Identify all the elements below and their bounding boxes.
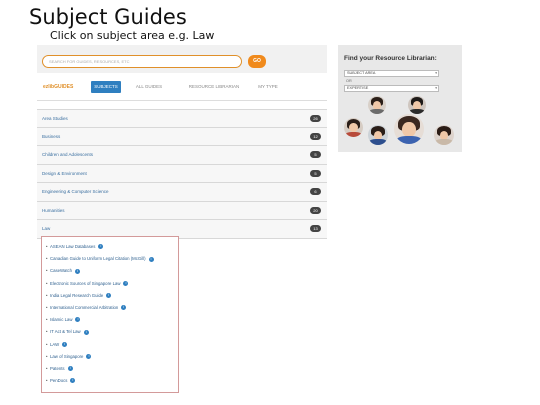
list-item[interactable]: • IT Act & Tel Law i (42, 328, 178, 340)
guide-link[interactable]: Law of Singapore (50, 354, 83, 359)
bullet-icon: • (46, 317, 48, 323)
info-icon[interactable]: i (70, 378, 76, 384)
librarian-avatar[interactable] (368, 96, 386, 114)
info-icon[interactable]: i (121, 305, 127, 311)
guide-link[interactable]: LAW (50, 342, 59, 347)
guide-link[interactable]: Patents (50, 366, 65, 371)
subject-label: Humanities (42, 207, 65, 213)
librarian-avatar[interactable] (344, 118, 363, 137)
guide-link[interactable]: CaseWatch (50, 268, 72, 273)
list-item[interactable]: • Electronic Sources of Singapore Law i (42, 280, 178, 292)
guides-nav: ezlibGUIDES SUBJECTS ALL GUIDES RESOURCE… (37, 79, 327, 97)
librarian-panel: Find your Resource Librarian: SUBJECT AR… (338, 45, 462, 152)
tab-resource-librarian[interactable]: RESOURCE LIBRARIAN (179, 81, 249, 93)
slide-title: Subject Guides (29, 5, 187, 29)
guide-link[interactable]: Canadian Guide to Uniform Legal Citation… (50, 256, 146, 261)
subject-label: Area Studies (42, 116, 68, 121)
guide-link[interactable]: International Commercial Arbitration (50, 305, 118, 310)
subject-row-business[interactable]: Business 12 (37, 127, 327, 146)
bullet-icon: • (46, 268, 48, 274)
tab-all-guides[interactable]: ALL GUIDES (129, 81, 169, 93)
tab-subjects[interactable]: SUBJECTS (91, 81, 121, 93)
bullet-icon: • (46, 304, 48, 310)
list-item[interactable]: • Islamic Law i (42, 316, 178, 328)
subject-count-badge: 26 (310, 115, 321, 122)
expertise-select[interactable]: EXPERTISE ▾ (344, 85, 439, 92)
subject-list: Area Studies 26 Business 12 Children and… (37, 109, 327, 239)
subject-count-badge: 20 (310, 206, 321, 214)
list-item[interactable]: • CaseWatch i (42, 267, 178, 279)
subject-label: Law (42, 226, 51, 231)
subject-count-badge: 6 (310, 188, 321, 195)
librarian-avatar[interactable] (394, 114, 424, 144)
guide-link[interactable]: PenDocs (50, 378, 67, 383)
expertise-value: EXPERTISE (347, 86, 369, 90)
tab-my-type[interactable]: MY TYPE (253, 81, 283, 93)
brand-logo[interactable]: ezlibGUIDES (43, 84, 73, 90)
info-icon[interactable]: i (98, 244, 104, 250)
list-item[interactable]: • LAW i (42, 341, 178, 353)
bullet-icon: • (46, 280, 48, 286)
subject-label: Design & Environment (42, 170, 87, 176)
info-icon[interactable]: i (86, 354, 92, 360)
subject-area-value: SUBJECT AREA (347, 71, 376, 75)
subject-row-engineering[interactable]: Engineering & Computer Science 6 (37, 183, 327, 202)
bullet-icon: • (46, 353, 48, 359)
search-input[interactable]: SEARCH FOR GUIDES, RESOURCES, ETC (42, 55, 242, 68)
info-icon[interactable]: i (123, 280, 129, 286)
subject-row-area-studies[interactable]: Area Studies 26 (37, 109, 327, 128)
or-label: OR (346, 79, 352, 83)
list-item[interactable]: • Law of Singapore i (42, 353, 178, 365)
list-item[interactable]: • Canadian Guide to Uniform Legal Citatio… (42, 255, 178, 267)
bullet-icon: • (46, 292, 48, 298)
slide-subtitle: Click on subject area e.g. Law (50, 29, 215, 42)
subject-row-children[interactable]: Children and Adolescents 5 (37, 146, 327, 165)
guide-link[interactable]: Islamic Law (50, 317, 72, 322)
bullet-icon: • (46, 341, 48, 347)
guide-link[interactable]: ASEAN Law Databases (50, 244, 95, 249)
list-item[interactable]: • Patents i (42, 365, 178, 377)
info-icon[interactable]: i (148, 256, 154, 262)
librarian-avatar[interactable] (408, 96, 426, 114)
search-go-button[interactable]: GO (248, 55, 266, 68)
subject-count-badge: 5 (310, 151, 321, 158)
info-icon[interactable]: i (106, 293, 112, 299)
list-item[interactable]: • PenDocs i (42, 377, 178, 389)
list-item[interactable]: • India Legal Research Guide i (42, 292, 178, 304)
librarian-avatar[interactable] (434, 125, 454, 145)
bullet-icon: • (46, 256, 48, 262)
subject-row-design[interactable]: Design & Environment 5 (37, 164, 327, 183)
chevron-down-icon: ▾ (435, 86, 437, 90)
info-icon[interactable]: i (75, 317, 81, 323)
chevron-down-icon: ▾ (435, 71, 437, 75)
subject-label: Children and Adolescents (42, 152, 94, 157)
info-icon[interactable]: i (62, 341, 68, 347)
subject-label: Business (42, 133, 61, 139)
bullet-icon: • (46, 329, 48, 335)
guide-link[interactable]: Electronic Sources of Singapore Law (50, 281, 120, 286)
subject-count-badge: 13 (310, 225, 321, 232)
subject-count-badge: 5 (310, 169, 321, 177)
bullet-icon: • (46, 365, 48, 371)
info-icon[interactable]: i (75, 268, 81, 274)
info-icon[interactable]: i (67, 366, 73, 372)
subject-area-select[interactable]: SUBJECT AREA ▾ (344, 70, 439, 77)
guide-link[interactable]: India Legal Research Guide (50, 293, 103, 298)
bullet-icon: • (46, 244, 48, 249)
search-bar: SEARCH FOR GUIDES, RESOURCES, ETC GO (37, 45, 327, 73)
law-guides-list: • ASEAN Law Databases i • Canadian Guide to… (41, 236, 179, 393)
subject-guides-screenshot: SEARCH FOR GUIDES, RESOURCES, ETC GO ezl… (37, 45, 327, 400)
subject-count-badge: 12 (310, 132, 321, 140)
librarian-avatar[interactable] (368, 125, 388, 145)
guide-link[interactable]: IT Act & Tel Law (50, 329, 81, 334)
info-icon[interactable]: i (83, 329, 89, 335)
librarian-title: Find your Resource Librarian: (344, 55, 437, 62)
bullet-icon: • (46, 378, 48, 384)
subject-label: Engineering & Computer Science (42, 189, 109, 194)
list-item[interactable]: • ASEAN Law Databases i (42, 243, 178, 255)
subject-row-humanities[interactable]: Humanities 20 (37, 201, 327, 220)
nav-divider (37, 100, 327, 101)
list-item[interactable]: • International Commercial Arbitration i (42, 304, 178, 316)
